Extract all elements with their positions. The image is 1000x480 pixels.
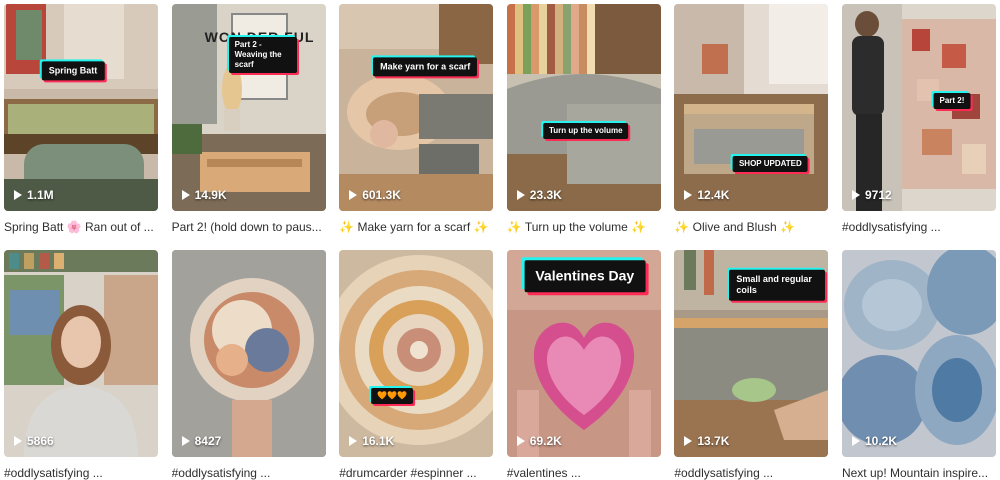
thumbnail-art xyxy=(339,4,494,211)
view-count: 10.2K xyxy=(851,434,897,448)
view-count: 69.2K xyxy=(516,434,562,448)
video-overlay-text: 🧡🧡🧡 xyxy=(371,388,414,404)
video-overlay-text: Small and regular coils xyxy=(729,269,826,301)
video-overlay-text: Part 2 - Weaving the scarf xyxy=(228,37,297,73)
video-thumbnail[interactable]: Valentines Day 69.2K xyxy=(506,250,661,457)
video-card[interactable]: Make yarn for a scarf 601.3K ✨ Make yarn… xyxy=(339,4,494,250)
video-card[interactable]: SHOP UPDATED 12.4K ✨ Olive and Blush ✨ xyxy=(674,4,829,250)
play-icon xyxy=(349,436,358,446)
video-card[interactable]: 8427 #oddlysatisfying ... xyxy=(171,250,326,480)
play-icon xyxy=(181,436,190,446)
play-icon xyxy=(851,190,860,200)
video-thumbnail[interactable]: Spring Batt 1.1M xyxy=(4,4,158,211)
view-count: 5866 xyxy=(14,434,54,448)
view-count: 23.3K xyxy=(516,188,562,202)
video-card[interactable]: Small and regular coils 13.7K #oddlysati… xyxy=(674,250,829,480)
video-thumbnail[interactable]: Make yarn for a scarf 601.3K xyxy=(339,4,494,211)
video-overlay-text: Valentines Day xyxy=(524,260,646,292)
play-icon xyxy=(851,436,860,446)
video-card[interactable]: WON DER FUL Part 2 - Weaving the scarf 1… xyxy=(171,4,326,250)
video-thumbnail[interactable]: WON DER FUL Part 2 - Weaving the scarf 1… xyxy=(171,4,326,211)
video-overlay-text: Part 2! xyxy=(933,93,971,109)
view-count: 9712 xyxy=(851,188,892,202)
view-count: 12.4K xyxy=(684,188,729,202)
view-count: 16.1K xyxy=(349,434,394,448)
video-caption[interactable]: ✨ Make yarn for a scarf ✨ xyxy=(339,220,493,234)
video-card[interactable]: Valentines Day 69.2K #valentines ... xyxy=(506,250,661,480)
video-thumbnail[interactable]: 10.2K xyxy=(841,250,996,457)
video-thumbnail[interactable]: 🧡🧡🧡 16.1K xyxy=(339,250,494,457)
video-thumbnail[interactable]: 8427 xyxy=(171,250,326,457)
thumbnail-art xyxy=(4,250,158,457)
video-caption[interactable]: ✨ Turn up the volume ✨ xyxy=(507,220,661,234)
play-icon xyxy=(14,436,22,446)
play-icon xyxy=(684,436,693,446)
video-overlay-text: SHOP UPDATED xyxy=(732,156,808,172)
video-thumbnail[interactable]: Small and regular coils 13.7K xyxy=(674,250,829,457)
play-icon xyxy=(516,190,525,200)
thumbnail-art xyxy=(841,250,996,457)
play-icon xyxy=(349,190,358,200)
video-overlay-text: Turn up the volume xyxy=(542,123,629,139)
view-count: 601.3K xyxy=(349,188,401,202)
video-card[interactable]: 5866 #oddlysatisfying ... xyxy=(4,250,158,480)
thumbnail-art xyxy=(339,250,494,457)
play-icon xyxy=(181,190,190,200)
video-caption[interactable]: #oddlysatisfying ... xyxy=(842,220,996,234)
thumbnail-art: WON DER FUL xyxy=(171,4,326,211)
video-overlay-text: Spring Batt xyxy=(41,61,105,81)
play-icon xyxy=(14,190,22,200)
view-count: 13.7K xyxy=(684,434,729,448)
thumbnail-art xyxy=(841,4,996,211)
view-count: 14.9K xyxy=(181,188,227,202)
video-overlay-text: Make yarn for a scarf xyxy=(373,57,478,77)
video-card[interactable]: 10.2K Next up! Mountain inspire... xyxy=(841,250,996,480)
view-count: 1.1M xyxy=(14,188,54,202)
video-card[interactable]: Spring Batt 1.1M Spring Batt 🌸 Ran out o… xyxy=(4,4,158,250)
video-card[interactable]: 🧡🧡🧡 16.1K #drumcarder #espinner ... xyxy=(339,250,494,480)
thumbnail-art xyxy=(4,4,158,211)
video-caption[interactable]: Spring Batt 🌸 Ran out of ... xyxy=(4,220,158,234)
view-count: 8427 xyxy=(181,434,221,448)
video-caption[interactable]: Part 2! (hold down to paus... xyxy=(172,220,326,234)
video-card[interactable]: Turn up the volume 23.3K ✨ Turn up the v… xyxy=(506,4,661,250)
video-caption[interactable]: ✨ Olive and Blush ✨ xyxy=(674,220,828,234)
play-icon xyxy=(684,190,693,200)
video-grid: Spring Batt 1.1M Spring Batt 🌸 Ran out o… xyxy=(4,4,996,480)
thumbnail-art xyxy=(506,4,661,211)
video-thumbnail[interactable]: SHOP UPDATED 12.4K xyxy=(674,4,829,211)
video-card[interactable]: Part 2! 9712 #oddlysatisfying ... xyxy=(841,4,996,250)
thumbnail-art xyxy=(674,4,829,211)
thumbnail-art xyxy=(171,250,326,457)
video-thumbnail[interactable]: Turn up the volume 23.3K xyxy=(506,4,661,211)
video-thumbnail[interactable]: Part 2! 9712 xyxy=(841,4,996,211)
play-icon xyxy=(516,436,525,446)
video-thumbnail[interactable]: 5866 xyxy=(4,250,158,457)
